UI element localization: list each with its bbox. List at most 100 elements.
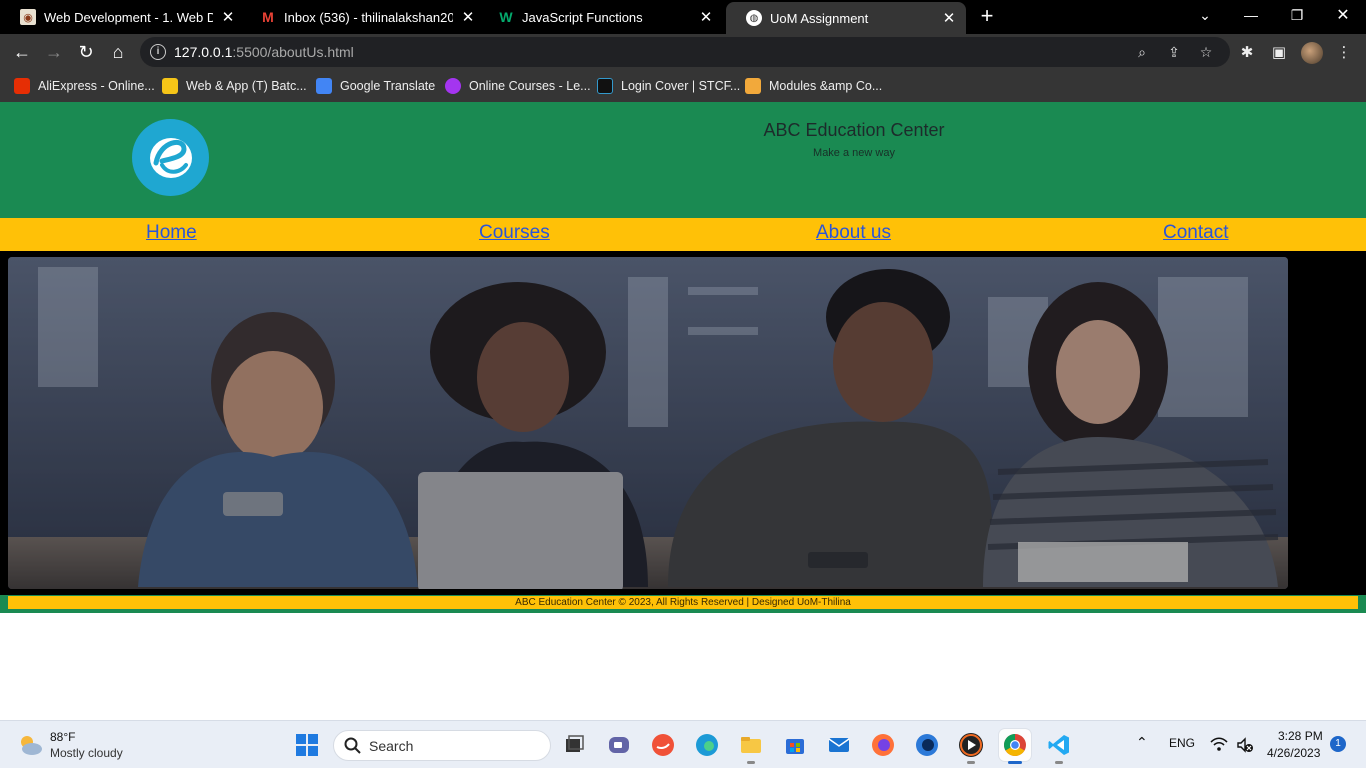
clock-time[interactable]: 3:28 PM [1278,729,1323,743]
task-view-button[interactable] [558,729,590,761]
bookmark-online-courses[interactable]: Online Courses - Le... [445,76,591,96]
site-title: ABC Education Center [763,120,945,140]
teams-chat-app[interactable] [603,729,635,761]
running-indicator [1008,761,1022,764]
address-bar[interactable]: i 127.0.0.1:5500/aboutUs.html ⌕ ⇪ ☆ [140,37,1230,67]
tab-javascript-functions[interactable]: W JavaScript Functions ✕ [478,0,723,34]
file-explorer-app[interactable] [735,729,767,764]
menu-kebab-icon[interactable]: ⋮ [1334,42,1354,62]
close-tab-icon[interactable]: ✕ [461,8,475,26]
minimize-button[interactable]: — [1228,0,1274,30]
url-text[interactable]: 127.0.0.1:5500/aboutUs.html [174,44,354,60]
logo-e-icon [150,138,192,178]
tab-title: Inbox (536) - thilinalakshan20002 [284,9,453,25]
new-tab-button[interactable]: + [976,5,998,28]
aliexpress-icon [14,78,30,94]
mail-app[interactable] [823,729,855,761]
nav-home-link[interactable]: Home [146,222,197,244]
running-indicator [967,761,975,764]
forward-button[interactable]: → [42,40,66,64]
tab-title: UoM Assignment [770,10,869,26]
teams-chat-icon [609,737,629,753]
close-window-button[interactable]: ✕ [1320,0,1366,30]
pencil-icon [745,78,761,94]
footer-text: ABC Education Center © 2023, All Rights … [8,596,1358,609]
bookmark-modules[interactable]: Modules &amp Co... [745,76,882,96]
firefox-developer-app[interactable] [911,729,943,761]
partly-cloudy-icon[interactable] [16,733,44,757]
site-favicon-icon: ◉ [20,9,36,25]
bookmark-label: AliExpress - Online... [38,79,155,93]
bookmark-aliexpress[interactable]: AliExpress - Online... [14,76,155,96]
swift-icon [652,734,674,756]
hero-students-image [8,257,1288,589]
running-indicator [747,761,755,764]
side-panel-icon[interactable]: ▣ [1269,42,1289,62]
bookmarks-bar: AliExpress - Online... Web & App (T) Bat… [0,70,1366,102]
bookmark-star-icon[interactable]: ☆ [1196,42,1216,62]
bookmark-login-cover[interactable]: Login Cover | STCF... [597,76,740,96]
site-nav: Home Courses About us Contact [0,218,1366,251]
vscode-app[interactable] [1043,729,1075,764]
swift-app[interactable] [647,729,679,761]
wifi-icon[interactable] [1210,737,1228,753]
url-path: :5500/aboutUs.html [232,44,354,60]
reload-button[interactable]: ↻ [74,40,98,64]
codepen-icon [597,78,613,94]
close-tab-icon[interactable]: ✕ [699,8,713,26]
nav-courses-link[interactable]: Courses [479,222,550,244]
browser-toolbar: ← → ↻ ⌂ i 127.0.0.1:5500/aboutUs.html ⌕ … [0,34,1366,70]
bookmark-web-app[interactable]: Web & App (T) Batc... [162,76,307,96]
back-button[interactable]: ← [10,40,34,64]
edge-app[interactable] [691,729,723,761]
weather-temperature[interactable]: 88°F [50,730,75,744]
tab-title: Web Development - 1. Web Desi [44,9,213,25]
share-icon[interactable]: ⇪ [1164,42,1184,62]
start-button[interactable] [291,729,323,761]
globe-icon: ◍ [746,10,762,26]
home-button[interactable]: ⌂ [106,40,130,64]
vscode-icon [1048,735,1069,755]
site-logo[interactable] [132,119,209,196]
tab-search-chevron-icon[interactable]: ⌄ [1182,0,1228,30]
firefox-app[interactable] [867,729,899,761]
profile-avatar[interactable] [1301,42,1323,64]
tab-uom-assignment[interactable]: ◍ UoM Assignment ✕ [726,2,966,34]
bookmark-label: Modules &amp Co... [769,79,883,93]
zoom-icon[interactable]: ⌕ [1132,42,1152,62]
tab-inbox[interactable]: M Inbox (536) - thilinalakshan20002 ✕ [240,0,485,34]
nav-contact-link[interactable]: Contact [1163,222,1228,244]
chrome-app[interactable] [999,729,1031,764]
close-tab-icon[interactable]: ✕ [221,8,235,26]
volume-muted-icon[interactable] [1236,737,1254,753]
bookmark-label: Web & App (T) Batc... [186,79,307,93]
tab-web-development[interactable]: ◉ Web Development - 1. Web Desi ✕ [0,0,245,34]
restore-button[interactable]: ❐ [1274,0,1320,30]
hero-section [0,251,1366,595]
udemy-icon [445,78,461,94]
clock-date[interactable]: 4/26/2023 [1267,746,1320,760]
students-photo-illustration [8,257,1288,589]
bookmark-google-translate[interactable]: Google Translate [316,76,435,96]
search-placeholder: Search [369,738,414,754]
search-icon [344,737,361,754]
close-tab-icon[interactable]: ✕ [942,9,956,27]
taskbar-search[interactable]: Search [333,730,551,761]
web-page: ABC Education Center Make a new way Home… [0,102,1366,720]
weather-description[interactable]: Mostly cloudy [50,746,123,760]
edge-icon [696,734,718,756]
folder-icon [741,737,761,753]
chrome-icon [1004,734,1026,756]
nav-about-link[interactable]: About us [816,222,891,244]
bookmark-label: Google Translate [340,79,436,93]
extensions-icon[interactable]: ✱ [1237,42,1257,62]
store-app[interactable] [779,729,811,761]
media-player-icon [959,733,983,757]
language-indicator[interactable]: ENG [1169,736,1195,750]
media-player-app[interactable] [955,729,987,764]
show-hidden-icons-chevron-icon[interactable]: ⌃ [1136,734,1148,751]
notification-badge[interactable]: 1 [1330,736,1346,752]
site-info-icon[interactable]: i [150,44,166,60]
running-indicator [1055,761,1063,764]
site-header: ABC Education Center Make a new way [0,102,1366,218]
